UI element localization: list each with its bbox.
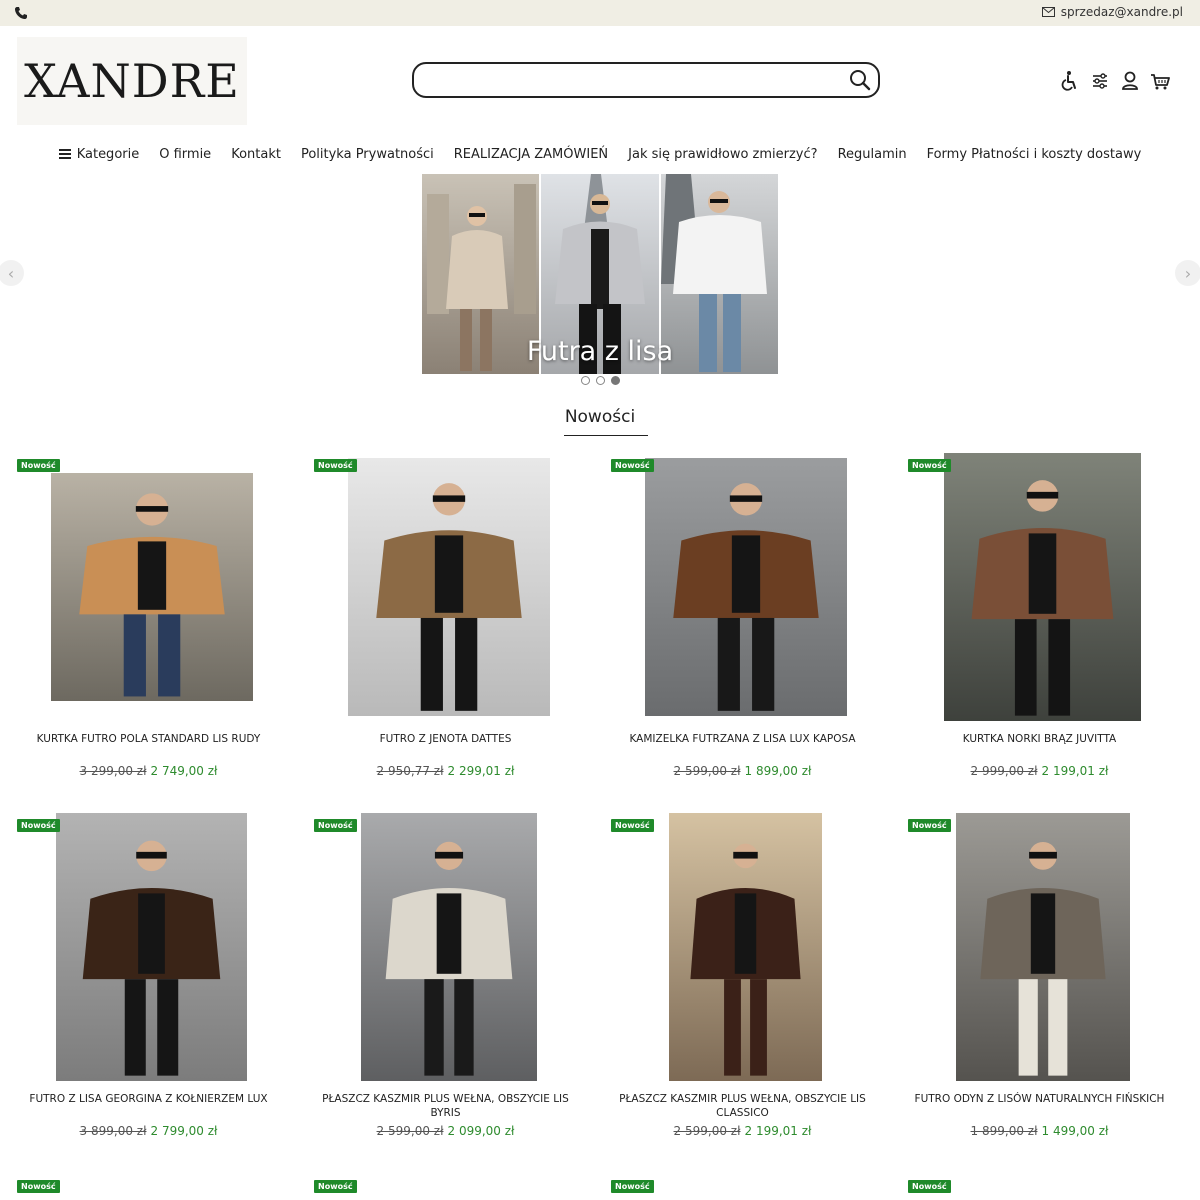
sale-price: 2 799,00 zł [150,1124,218,1138]
sale-price: 2 199,01 zł [744,1124,812,1138]
cart-icon[interactable] [1150,70,1170,92]
nav-item-platnosci[interactable]: Formy Płatności i koszty dostawy [927,142,1142,166]
slider-dot[interactable] [596,376,605,385]
new-badge: Nowość [908,459,951,472]
old-price: 3 299,00 zł [79,764,147,778]
envelope-icon [1041,7,1055,17]
search-input[interactable] [426,70,846,92]
product-name[interactable]: FUTRO Z LISA GEORGINA Z KOŁNIERZEM LUX [10,1092,287,1106]
product-name[interactable]: FUTRO Z JENOTA DATTES [307,732,584,746]
product-image[interactable] [348,458,550,716]
product-card[interactable]: Nowość PŁASZCZ KASZMIR PLUS WEŁNA, OBSZYC… [594,810,891,1160]
slider-dot-active[interactable] [611,376,620,385]
product-price: 3 299,00 zł 2 749,00 zł [0,764,297,778]
user-icon[interactable] [1120,70,1140,92]
old-price: 2 999,00 zł [970,764,1038,778]
new-badge: Nowość [908,819,951,832]
product-price: 2 599,00 zł 2 199,01 zł [594,1124,891,1138]
product-name[interactable]: KURTKA NORKI BRĄZ JUVITTA [901,732,1178,746]
new-badge: Nowość [611,819,654,832]
product-name[interactable]: PŁASZCZ KASZMIR PLUS WEŁNA, OBSZYCIE LIS… [307,1092,584,1120]
product-card[interactable]: Nowość KAMIZELKA FUTRZANA Z LISA LUX KAPO… [594,450,891,800]
sale-price: 2 099,00 zł [447,1124,515,1138]
product-price: 2 999,00 zł 2 199,01 zł [891,764,1188,778]
product-image[interactable] [361,813,537,1081]
product-price: 3 899,00 zł 2 799,00 zł [0,1124,297,1138]
product-image[interactable] [51,473,253,701]
nav-item-zmierzyc[interactable]: Jak się prawidłowo zmierzyć? [628,142,817,166]
sale-price: 1 899,00 zł [744,764,812,778]
slider-caption: Futra z lisa [526,336,674,367]
product-image[interactable] [944,453,1141,721]
chevron-right-icon: › [1184,263,1192,283]
sale-price: 2 299,01 zł [447,764,515,778]
nav-item-kontakt[interactable]: Kontakt [231,142,281,166]
product-image[interactable] [956,813,1130,1081]
filters-icon[interactable] [1090,70,1110,92]
slider-dots [581,376,620,385]
section-underline [564,435,648,436]
logo-text: XANDRE [24,54,240,108]
new-badge: Nowość [611,459,654,472]
contact-email[interactable]: sprzedaz@xandre.pl [1041,5,1183,19]
new-badge: Nowość [314,1180,357,1193]
new-badge: Nowość [314,459,357,472]
product-price: 2 950,77 zł 2 299,01 zł [297,764,594,778]
new-badge: Nowość [17,459,60,472]
product-price: 1 899,00 zł 1 499,00 zł [891,1124,1188,1138]
product-card[interactable]: Nowość PŁASZCZ KASZMIR PLUS WEŁNA, OBSZYC… [297,810,594,1160]
section-title: Nowości [564,407,636,427]
nav-item-polityka[interactable]: Polityka Prywatności [301,142,434,166]
new-badge: Nowość [908,1180,951,1193]
nav-label: Kategorie [76,146,140,162]
old-price: 2 599,00 zł [673,764,741,778]
search-bar [412,62,880,98]
slider-prev-button[interactable]: ‹ [0,260,24,286]
old-price: 2 950,77 zł [376,764,444,778]
product-card[interactable]: Nowość FUTRO Z LISA GEORGINA Z KOŁNIERZEM… [0,810,297,1160]
old-price: 3 899,00 zł [79,1124,147,1138]
header-icons [1060,70,1170,92]
menu-icon [58,149,71,159]
new-badge: Nowość [17,819,60,832]
nav-item-o-firmie[interactable]: O firmie [159,142,211,166]
new-badge: Nowość [314,819,357,832]
product-name[interactable]: KAMIZELKA FUTRZANA Z LISA LUX KAPOSA [604,732,881,746]
site-logo[interactable]: XANDRE [17,37,247,125]
product-price: 2 599,00 zł 2 099,00 zł [297,1124,594,1138]
sale-price: 1 499,00 zł [1041,1124,1109,1138]
product-image[interactable] [669,813,822,1081]
product-card[interactable]: Nowość KURTKA NORKI BRĄZ JUVITTA 2 999,00 … [891,450,1188,800]
new-badge: Nowość [611,1180,654,1193]
email-text[interactable]: sprzedaz@xandre.pl [1061,5,1183,19]
nav-item-kategorie[interactable]: Kategorie [58,142,140,166]
product-name[interactable]: PŁASZCZ KASZMIR PLUS WEŁNA, OBSZYCIE LIS… [604,1092,881,1120]
search-icon[interactable] [848,68,872,92]
old-price: 2 599,00 zł [376,1124,444,1138]
accessibility-icon[interactable] [1060,70,1080,92]
sale-price: 2 749,00 zł [150,764,218,778]
sale-price: 2 199,01 zł [1041,764,1109,778]
product-name[interactable]: KURTKA FUTRO POLA STANDARD LIS RUDY [10,732,287,746]
product-image[interactable] [645,458,847,716]
main-nav: Kategorie O firmie Kontakt Polityka Pryw… [0,142,1200,166]
top-bar: sprzedaz@xandre.pl [0,0,1200,26]
slider-next-button[interactable]: › [1175,260,1200,286]
old-price: 1 899,00 zł [970,1124,1038,1138]
chevron-left-icon: ‹ [7,263,15,283]
product-price: 2 599,00 zł 1 899,00 zł [594,764,891,778]
old-price: 2 599,00 zł [673,1124,741,1138]
product-card[interactable]: Nowość FUTRO ODYN Z LISÓW NATURALNYCH FIŃ… [891,810,1188,1160]
product-name[interactable]: FUTRO ODYN Z LISÓW NATURALNYCH FIŃSKICH [901,1092,1178,1106]
product-card[interactable]: Nowość KURTKA FUTRO POLA STANDARD LIS RUD… [0,450,297,800]
product-card[interactable]: Nowość FUTRO Z JENOTA DATTES 2 950,77 zł 2 … [297,450,594,800]
nav-item-regulamin[interactable]: Regulamin [838,142,907,166]
slider-dot[interactable] [581,376,590,385]
new-badge: Nowość [17,1180,60,1193]
phone-icon[interactable] [14,6,28,20]
nav-item-realizacja[interactable]: REALIZACJA ZAMÓWIEŃ [454,142,608,166]
product-image[interactable] [56,813,247,1081]
